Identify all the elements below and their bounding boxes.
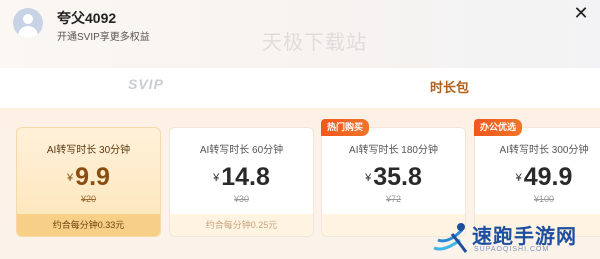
plan-card-30min[interactable]: AI转写时长 30分钟 ¥9.9 ¥20 约合每分钟0.33元: [16, 127, 161, 237]
site-watermark-logo: 速跑手游网 SUPAOQISHI.COM: [428, 214, 600, 259]
tab-bar: SVIP 时长包: [0, 68, 600, 108]
price-value: 9.9: [75, 163, 110, 191]
plan-title: AI转写时长 30分钟: [46, 145, 131, 156]
plan-price: ¥9.9: [17, 163, 160, 192]
price-value: 35.8: [373, 163, 422, 191]
price-value: 14.8: [221, 163, 270, 191]
original-price: ¥72: [385, 194, 402, 204]
plan-price: ¥14.8: [170, 163, 313, 192]
plan-price: ¥49.9: [475, 163, 600, 192]
tab-duration-pack[interactable]: 时长包: [430, 77, 469, 96]
original-price: ¥100: [533, 194, 555, 204]
currency-symbol: ¥: [67, 172, 74, 184]
original-price: ¥30: [233, 194, 250, 204]
user-header: 夸父4092 开通SVIP享更多权益 天极下载站 ✕: [0, 0, 600, 68]
tab-svip[interactable]: SVIP: [128, 76, 164, 92]
plan-card-60min[interactable]: AI转写时长 60分钟 ¥14.8 ¥30 约合每分钟0.25元: [169, 127, 314, 237]
per-minute-price: 约合每分钟0.25元: [170, 214, 313, 236]
currency-symbol: ¥: [515, 172, 522, 184]
avatar-body-shape: [18, 26, 38, 38]
runner-logo-icon: [433, 223, 468, 253]
watermark-text: 天极下载站: [262, 30, 367, 54]
site-watermark-domain: SUPAOQISHI.COM: [474, 246, 550, 253]
site-watermark-name: 速跑手游网: [472, 226, 577, 248]
price-value: 49.9: [523, 163, 573, 191]
avatar-head-shape: [23, 14, 33, 24]
currency-symbol: ¥: [365, 172, 372, 184]
office-choice-badge: 办公优选: [474, 119, 523, 136]
hot-purchase-badge: 热门购买: [321, 119, 370, 136]
close-icon[interactable]: ✕: [572, 4, 590, 22]
plan-title: AI转写时长 60分钟: [199, 145, 284, 156]
svip-subtitle: 开通SVIP享更多权益: [57, 32, 150, 43]
plan-price: ¥35.8: [322, 163, 465, 192]
original-price: ¥20: [80, 194, 97, 204]
username: 夸父4092: [57, 10, 117, 26]
plan-title: AI转写时长 180分钟: [349, 145, 438, 156]
currency-symbol: ¥: [213, 172, 220, 184]
per-minute-price: 约合每分钟0.33元: [17, 214, 160, 236]
plan-title: AI转写时长 300分钟: [499, 145, 589, 156]
avatar[interactable]: [13, 8, 43, 38]
